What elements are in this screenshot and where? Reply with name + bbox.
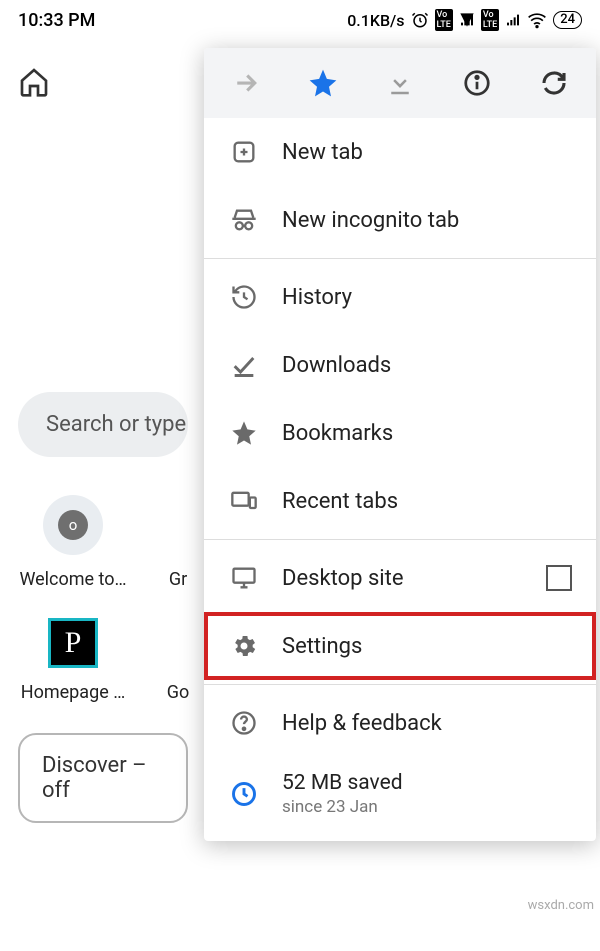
recent-tabs-icon <box>228 485 260 517</box>
shortcut-go[interactable]: Go <box>158 618 198 703</box>
menu-history[interactable]: History <box>204 263 596 331</box>
data-saver-icon <box>228 778 260 810</box>
volte1-icon: VoLTE <box>435 9 453 31</box>
menu-divider <box>204 684 596 685</box>
alarm-icon <box>411 11 429 29</box>
reload-icon[interactable] <box>536 65 572 101</box>
p-tile-icon: P <box>48 618 98 668</box>
incognito-icon <box>228 204 260 236</box>
signal1-icon <box>459 12 475 28</box>
help-icon <box>228 707 260 739</box>
shortcut-label: Gr <box>169 569 187 590</box>
menu-label: New incognito tab <box>282 208 459 233</box>
data-saved-line1: 52 MB saved <box>282 771 403 795</box>
gear-icon <box>228 630 260 662</box>
menu-iconbar <box>204 48 596 118</box>
menu-label: New tab <box>282 140 363 165</box>
status-right: 0.1KB/s VoLTE VoLTE 24 <box>347 9 582 31</box>
watermark: wsxdn.com <box>528 898 594 913</box>
menu-label: Recent tabs <box>282 489 398 514</box>
data-saved-line2: since 23 Jan <box>282 797 403 817</box>
menu-help[interactable]: Help & feedback <box>204 689 596 757</box>
search-input[interactable]: Search or type <box>18 392 188 457</box>
status-time: 10:33 PM <box>18 10 95 31</box>
shortcut-homepage[interactable]: P Homepage … <box>18 618 128 703</box>
menu-recent-tabs[interactable]: Recent tabs <box>204 467 596 535</box>
wifi-icon <box>527 10 547 30</box>
forward-icon[interactable] <box>228 65 264 101</box>
menu-new-tab[interactable]: New tab <box>204 118 596 186</box>
info-icon[interactable] <box>459 65 495 101</box>
discover-label: Discover – off <box>42 753 147 803</box>
status-bar: 10:33 PM 0.1KB/s VoLTE VoLTE 24 <box>0 0 600 40</box>
menu-label: Settings <box>282 634 362 659</box>
data-saved-text: 52 MB saved since 23 Jan <box>282 771 403 817</box>
menu-label: Desktop site <box>282 566 404 591</box>
shortcut-welcome[interactable]: o Welcome to… <box>18 495 128 590</box>
shortcut-gr[interactable]: Gr <box>158 495 198 590</box>
downloads-check-icon <box>228 349 260 381</box>
bookmarks-icon <box>228 417 260 449</box>
download-icon[interactable] <box>382 65 418 101</box>
desktop-icon <box>228 562 260 594</box>
menu-label: Bookmarks <box>282 421 393 446</box>
menu-incognito[interactable]: New incognito tab <box>204 186 596 254</box>
shortcut-label: Go <box>167 682 190 703</box>
desktop-site-checkbox[interactable] <box>546 565 572 591</box>
battery-pill: 24 <box>553 11 582 29</box>
overflow-menu: New tab New incognito tab History Downlo… <box>204 48 596 841</box>
menu-downloads[interactable]: Downloads <box>204 331 596 399</box>
volte2-icon: VoLTE <box>481 9 499 31</box>
menu-label: Downloads <box>282 353 391 378</box>
menu-divider <box>204 258 596 259</box>
bookmark-star-icon[interactable] <box>305 65 341 101</box>
new-tab-icon <box>228 136 260 168</box>
menu-bookmarks[interactable]: Bookmarks <box>204 399 596 467</box>
shortcut-avatar: o <box>43 495 103 555</box>
shortcut-label: Homepage … <box>21 682 126 703</box>
history-icon <box>228 281 260 313</box>
signal2-icon <box>505 12 521 28</box>
menu-data-saved[interactable]: 52 MB saved since 23 Jan <box>204 757 596 831</box>
menu-desktop-site[interactable]: Desktop site <box>204 544 596 612</box>
net-rate: 0.1KB/s <box>347 11 404 30</box>
home-icon[interactable] <box>18 66 50 98</box>
menu-settings[interactable]: Settings <box>204 612 596 680</box>
shortcut-label: Welcome to… <box>19 569 126 590</box>
menu-label: Help & feedback <box>282 711 442 736</box>
menu-label: History <box>282 285 352 310</box>
menu-divider <box>204 539 596 540</box>
discover-toggle[interactable]: Discover – off <box>18 733 188 823</box>
search-placeholder: Search or type <box>46 412 186 437</box>
